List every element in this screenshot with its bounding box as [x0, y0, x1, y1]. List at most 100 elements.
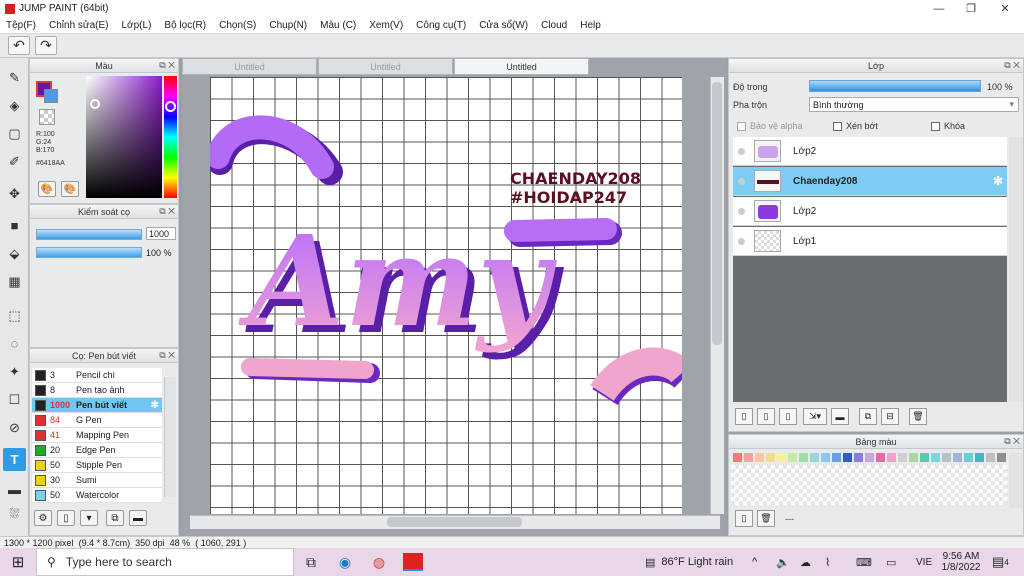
background-color-swatch[interactable] [44, 89, 58, 103]
brush-size-slider[interactable] [36, 229, 142, 240]
brush-item-selected[interactable]: 1000 Pen bút viết ✻ [32, 398, 162, 413]
edge-browser-icon[interactable]: ◉ [328, 548, 362, 576]
text-tool-icon[interactable]: T [3, 448, 26, 471]
brush-item[interactable]: 84 G Pen [32, 413, 162, 428]
palette-color-swatch[interactable] [931, 453, 940, 462]
palette-color-swatch[interactable] [997, 453, 1006, 462]
brush-item[interactable]: 50 Stipple Pen [32, 458, 162, 473]
protect-alpha-checkbox[interactable]: Bảo vệ alpha [737, 121, 803, 131]
palette-color-swatch[interactable] [854, 453, 863, 462]
keyboard-icon[interactable]: ⌨ [856, 548, 872, 576]
new-palette-icon[interactable]: ▯ [735, 510, 753, 527]
tab-untitled-2[interactable]: Untitled [318, 58, 453, 75]
visibility-icon[interactable] [738, 177, 745, 185]
pen-tool-icon[interactable]: ✐ [3, 150, 26, 173]
saturation-value-picker[interactable] [86, 76, 162, 198]
menu-layer[interactable]: Lớp(L) [122, 20, 152, 31]
brush-menu-icon[interactable]: ▾ [80, 510, 98, 526]
menu-tools[interactable]: Công cụ(T) [416, 20, 466, 31]
palette-scrollbar[interactable] [1009, 453, 1023, 508]
dot-tool-icon[interactable]: ▢ [3, 122, 26, 145]
transparent-color-swatch[interactable] [39, 109, 55, 125]
new-layer-8bit-icon[interactable]: ▯ [757, 408, 775, 425]
hue-slider-handle[interactable] [165, 101, 176, 112]
palette-color-swatch[interactable] [909, 453, 918, 462]
language-indicator[interactable]: VIE [916, 548, 932, 576]
restore-button[interactable]: ❐ [954, 0, 988, 17]
palette-icon[interactable]: 🎨 [38, 181, 56, 197]
tab-untitled-3[interactable]: Untitled [454, 58, 589, 75]
gradient-tool-icon[interactable]: ▦ [3, 270, 26, 293]
task-view-icon[interactable]: ⧉ [294, 548, 328, 576]
rect-select-tool-icon[interactable]: ⬚ [3, 304, 26, 327]
palette-add-icon[interactable]: 🎨 [61, 181, 79, 197]
redo-button[interactable]: ↷ [35, 36, 57, 55]
brush-item[interactable]: 30 Sumi [32, 473, 162, 488]
trash-icon[interactable]: 🗑 [909, 408, 927, 425]
palette-color-swatch[interactable] [876, 453, 885, 462]
windows-start-icon[interactable]: ⊞ [0, 548, 36, 576]
menu-cloud[interactable]: Cloud [541, 20, 567, 31]
palette-color-swatch[interactable] [744, 453, 753, 462]
brush-folder-icon[interactable]: ▬ [129, 510, 147, 526]
visibility-icon[interactable] [738, 147, 745, 155]
layer-folder-icon[interactable]: ▬ [831, 408, 849, 425]
undo-button[interactable]: ↶ [8, 36, 30, 55]
menu-window[interactable]: Cửa sổ(W) [479, 20, 528, 31]
layer-row-selected[interactable]: Chaenday208 ✻ [733, 167, 1007, 196]
layer-row[interactable]: Lớp2 [733, 137, 1007, 166]
palette-color-swatch[interactable] [755, 453, 764, 462]
brush-opacity-slider[interactable] [36, 247, 142, 258]
brush-list-scrollbar[interactable] [164, 377, 176, 497]
merge-layer-icon[interactable]: ⊟ [881, 408, 899, 425]
brush-item[interactable]: 20 Edge Pen [32, 443, 162, 458]
speaker-icon[interactable]: 🔈 [776, 548, 790, 576]
palette-color-swatch[interactable] [898, 453, 907, 462]
palette-color-swatch[interactable] [920, 453, 929, 462]
new-layer-icon[interactable]: ▯ [735, 408, 753, 425]
eraser-tool-icon[interactable]: ◈ [3, 94, 26, 117]
palette-color-swatch[interactable] [953, 453, 962, 462]
menu-help[interactable]: Help [580, 20, 601, 31]
bucket-tool-icon[interactable]: ⬙ [3, 242, 26, 265]
menu-filter[interactable]: Bộ lọc(R) [164, 20, 206, 31]
drawing-canvas[interactable]: Amy Amy CHAENDAY208 #HOIDAP247 [210, 77, 682, 514]
palette-color-swatch[interactable] [865, 453, 874, 462]
menu-select[interactable]: Chọn(S) [219, 20, 256, 31]
chrome-browser-icon[interactable]: ◍ [362, 548, 396, 576]
copy-brush-icon[interactable]: ⧉ [106, 510, 124, 526]
palette-color-swatch[interactable] [942, 453, 951, 462]
palette-color-swatch[interactable] [986, 453, 995, 462]
palette-color-swatch[interactable] [788, 453, 797, 462]
brush-item[interactable]: 8 Pen tạo ảnh [32, 383, 162, 398]
palette-color-swatch[interactable] [843, 453, 852, 462]
magic-wand-tool-icon[interactable]: ✦ [3, 360, 26, 383]
lasso-tool-icon[interactable]: ◌ [3, 332, 26, 355]
palette-color-swatch[interactable] [810, 453, 819, 462]
menu-edit[interactable]: Chỉnh sửa(E) [49, 20, 109, 31]
show-hidden-icons[interactable]: ^ [752, 548, 757, 576]
menu-capture[interactable]: Chụp(N) [269, 20, 307, 31]
layer-list-scrollbar[interactable] [1009, 137, 1023, 402]
brush-tool-icon[interactable]: ✎ [3, 66, 26, 89]
palette-color-swatch[interactable] [832, 453, 841, 462]
tab-untitled-1[interactable]: Untitled [182, 58, 317, 75]
palette-color-swatch[interactable] [821, 453, 830, 462]
brush-item[interactable]: 3 Pencil chì [32, 368, 162, 383]
menu-color[interactable]: Màu (C) [320, 20, 356, 31]
minimize-button[interactable]: — [922, 0, 956, 17]
close-button[interactable]: ✕ [988, 0, 1022, 17]
palette-color-swatch[interactable] [777, 453, 786, 462]
taskbar-search[interactable]: ⚲ Type here to search [36, 548, 294, 576]
clip-checkbox[interactable]: Xén bớt [833, 121, 878, 131]
lock-checkbox[interactable]: Khóa [931, 121, 965, 131]
move-tool-icon[interactable]: ✥ [3, 182, 26, 205]
layer-row[interactable]: Lớp2 [733, 197, 1007, 226]
panel-close-icon[interactable]: ⧉ ✕ [159, 206, 175, 217]
clock[interactable]: 9:56 AM 1/8/2022 [938, 548, 984, 576]
brush-item[interactable]: 50 Watercolor [32, 488, 162, 503]
network-icon[interactable]: ⌇ [825, 548, 830, 576]
notifications-icon[interactable]: ▤ 4 [992, 548, 1009, 576]
select-eraser-tool-icon[interactable]: ⊘ [3, 416, 26, 439]
cloud-icon[interactable]: ☁ [800, 548, 811, 576]
